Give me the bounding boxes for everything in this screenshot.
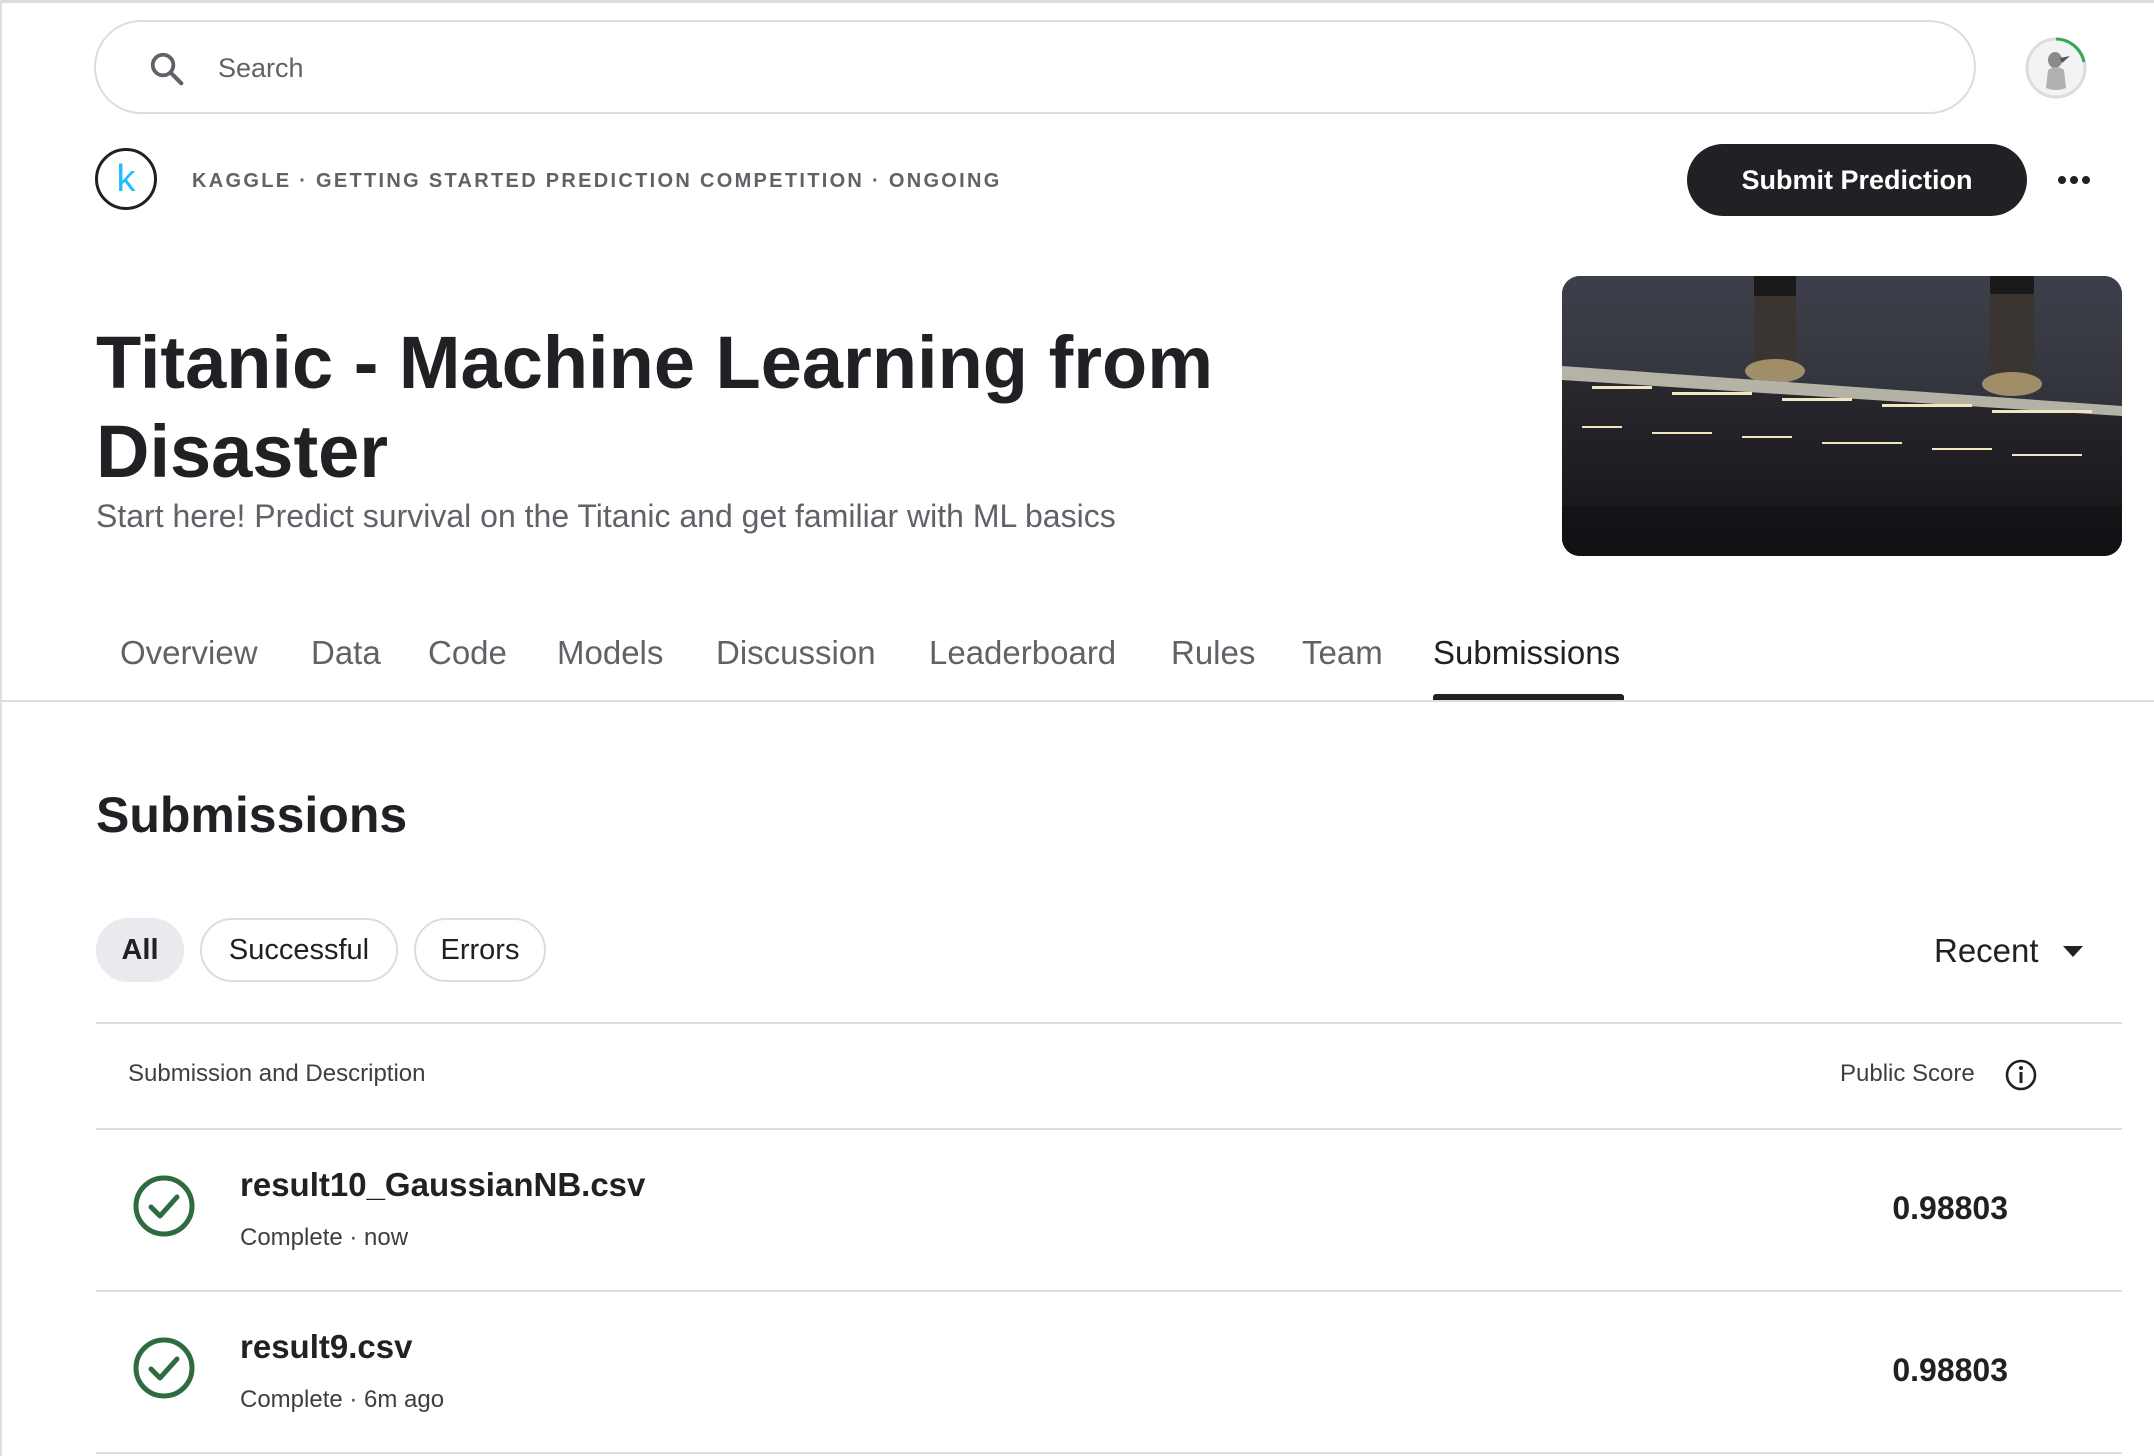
check-circle-icon [133, 1175, 195, 1237]
caret-down-icon [2062, 945, 2083, 957]
competition-kicker: KAGGLE · GETTING STARTED PREDICTION COMP… [192, 170, 1002, 192]
table-header-divider [96, 1128, 2122, 1130]
submission-status: Complete · now [240, 1224, 409, 1251]
avatar-image [2025, 37, 2087, 99]
submission-status: Complete · 6m ago [240, 1386, 445, 1413]
page-title: Titanic - Machine Learning from Disaster [96, 321, 1214, 493]
submissions-heading: Submissions [96, 787, 408, 843]
kaggle-logo-letter: k [116, 157, 136, 200]
info-icon[interactable] [2004, 1058, 2038, 1092]
tab-models[interactable]: Models [557, 634, 663, 672]
sort-label: Recent [1934, 932, 2039, 969]
search-bar[interactable] [94, 20, 1976, 114]
table-top-divider [96, 1022, 2122, 1024]
tab-code[interactable]: Code [428, 634, 507, 672]
window-top-border [0, 0, 2154, 3]
tab-data[interactable]: Data [311, 634, 381, 672]
check-circle-icon [133, 1337, 195, 1399]
row-divider [96, 1452, 2122, 1454]
search-input[interactable] [216, 44, 1920, 92]
avatar[interactable] [2024, 36, 2088, 100]
column-header-score: Public Score [1840, 1060, 1975, 1087]
filter-errors[interactable]: Errors [414, 918, 546, 982]
public-score: 0.98803 [1892, 1190, 2008, 1226]
window-left-border [0, 0, 2, 1456]
tab-rules[interactable]: Rules [1171, 634, 1255, 672]
competition-banner-image [1562, 276, 2122, 556]
tab-leaderboard[interactable]: Leaderboard [929, 634, 1116, 672]
public-score: 0.98803 [1892, 1352, 2008, 1388]
filter-all[interactable]: All [96, 918, 184, 982]
tab-submissions[interactable]: Submissions [1433, 634, 1620, 672]
filter-successful[interactable]: Successful [200, 918, 398, 982]
submission-file-name[interactable]: result10_GaussianNB.csv [240, 1166, 645, 1204]
row-divider [96, 1290, 2122, 1292]
column-header-description: Submission and Description [128, 1060, 426, 1087]
search-icon [150, 52, 184, 86]
submit-prediction-button[interactable]: Submit Prediction [1687, 144, 2027, 216]
tabs-divider [0, 700, 2154, 702]
more-options-icon[interactable] [2054, 160, 2094, 200]
page-subtitle: Start here! Predict survival on the Tita… [96, 498, 1116, 534]
tab-team[interactable]: Team [1302, 634, 1383, 672]
submission-file-name[interactable]: result9.csv [240, 1328, 412, 1366]
kaggle-logo[interactable]: k [95, 148, 157, 210]
tab-overview[interactable]: Overview [120, 634, 258, 672]
tab-discussion[interactable]: Discussion [716, 634, 876, 672]
sort-dropdown[interactable]: Recent [1934, 926, 2083, 976]
